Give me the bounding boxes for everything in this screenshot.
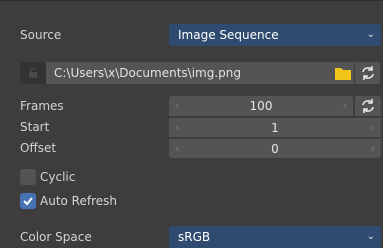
increment-icon[interactable]: › xyxy=(371,118,375,138)
cyclic-checkbox[interactable] xyxy=(20,169,36,185)
source-value: Image Sequence xyxy=(178,28,279,42)
color-space-value: sRGB xyxy=(178,230,211,244)
color-space-label: Color Space xyxy=(20,230,92,244)
reload-image-button[interactable] xyxy=(354,62,380,84)
open-file-browser-button[interactable] xyxy=(332,62,354,84)
start-field[interactable]: ‹ 1 › xyxy=(169,117,381,137)
cyclic-label: Cyclic xyxy=(40,170,76,184)
chevron-down-icon: ⌄ xyxy=(366,231,375,242)
folder-icon xyxy=(335,68,351,80)
file-path-text: C:\Users\x\Documents\img.png xyxy=(54,66,242,80)
increment-icon[interactable]: › xyxy=(343,96,347,116)
offset-value: 0 xyxy=(271,142,279,156)
unlinked-lock-icon xyxy=(29,68,37,78)
file-path-field[interactable]: C:\Users\x\Documents\img.png xyxy=(46,62,332,84)
auto-refresh-label: Auto Refresh xyxy=(40,194,117,208)
decrement-icon[interactable]: ‹ xyxy=(175,118,179,138)
color-space-dropdown[interactable]: sRGB ⌄ xyxy=(169,226,381,248)
start-value: 1 xyxy=(271,121,279,135)
offset-label: Offset xyxy=(20,141,57,155)
reload-icon xyxy=(362,66,374,80)
increment-icon[interactable]: › xyxy=(371,139,375,159)
match-frames-button[interactable] xyxy=(354,96,381,116)
reload-icon xyxy=(362,99,374,113)
start-label: Start xyxy=(20,120,50,134)
decrement-icon[interactable]: ‹ xyxy=(175,96,179,116)
chevron-down-icon: ⌄ xyxy=(366,29,375,40)
offset-field[interactable]: ‹ 0 › xyxy=(169,138,381,158)
decrement-icon[interactable]: ‹ xyxy=(175,139,179,159)
frames-value: 100 xyxy=(249,99,273,113)
source-label: Source xyxy=(20,28,62,42)
frames-label: Frames xyxy=(20,99,64,113)
image-properties-panel: Source Image Sequence ⌄ C:\Users\x\Docum… xyxy=(0,0,383,248)
unlinked-lock-button[interactable] xyxy=(20,62,46,84)
checkmark-icon xyxy=(23,197,33,206)
frames-field[interactable]: ‹ 100 › xyxy=(169,96,353,116)
auto-refresh-checkbox[interactable] xyxy=(20,193,36,209)
source-dropdown[interactable]: Image Sequence ⌄ xyxy=(169,24,381,46)
